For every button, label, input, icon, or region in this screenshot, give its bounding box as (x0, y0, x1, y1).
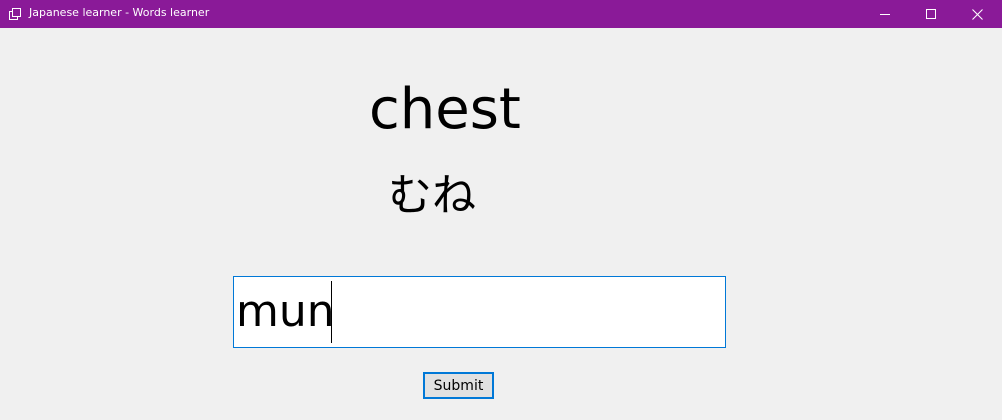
answer-input[interactable] (236, 279, 723, 345)
word-label: chest (369, 77, 521, 142)
answer-field[interactable] (233, 276, 726, 348)
text-caret (331, 281, 332, 343)
close-icon (971, 8, 983, 20)
kana-label: むね (388, 170, 476, 221)
submit-button[interactable]: Submit (423, 372, 494, 399)
maximize-button[interactable] (908, 0, 954, 28)
minimize-icon (880, 14, 890, 15)
close-button[interactable] (954, 0, 1000, 28)
minimize-button[interactable] (862, 0, 908, 28)
main-content: chest むね Submit (0, 28, 1002, 420)
app-icon (8, 6, 22, 20)
title-bar[interactable]: Japanese learner - Words learner (0, 0, 1002, 28)
app-window: Japanese learner - Words learner chest む… (0, 0, 1002, 420)
maximize-icon (926, 9, 936, 19)
window-title: Japanese learner - Words learner (29, 6, 210, 19)
